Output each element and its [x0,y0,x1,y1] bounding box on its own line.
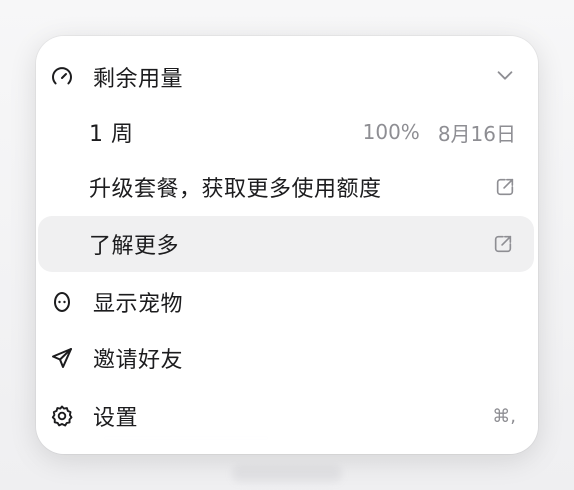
upgrade-plan-label: 升级套餐，获取更多使用额度 [89,177,382,202]
paper-plane-icon [49,345,75,371]
settings-item[interactable]: 设置 ⌘, [36,388,538,444]
settings-label: 设置 [93,406,139,431]
account-menu: 剩余用量 1 周 100% 8月16日 升级套餐，获取更多使用额度 了解更多 显… [36,36,538,454]
settings-shortcut: ⌘, [492,405,516,427]
chevron-down-icon [494,64,516,91]
usage-label: 剩余用量 [93,67,184,92]
usage-chevron[interactable] [494,64,516,91]
usage-percent: 100% [362,120,420,144]
show-pet-label: 显示宠物 [93,292,184,317]
external-link-icon [492,233,514,255]
pet-egg-icon [49,289,75,315]
gear-icon [49,403,75,429]
usage-detail-row: 1 周 100% 8月16日 [36,104,538,160]
usage-values: 100% 8月16日 [363,118,516,147]
external-link-icon [494,176,516,198]
learn-more-item[interactable]: 了解更多 [38,216,534,272]
show-pet-item[interactable]: 显示宠物 [36,274,538,330]
usage-row[interactable]: 剩余用量 [36,49,538,105]
background-ghost [232,466,342,482]
usage-reset-date: 8月16日 [437,121,516,146]
invite-friends-item[interactable]: 邀请好友 [36,330,538,386]
usage-period: 1 周 [89,122,134,147]
gauge-icon [49,64,75,90]
invite-friends-label: 邀请好友 [93,348,184,373]
learn-more-label: 了解更多 [89,234,180,259]
upgrade-plan-item[interactable]: 升级套餐，获取更多使用额度 [36,159,538,215]
